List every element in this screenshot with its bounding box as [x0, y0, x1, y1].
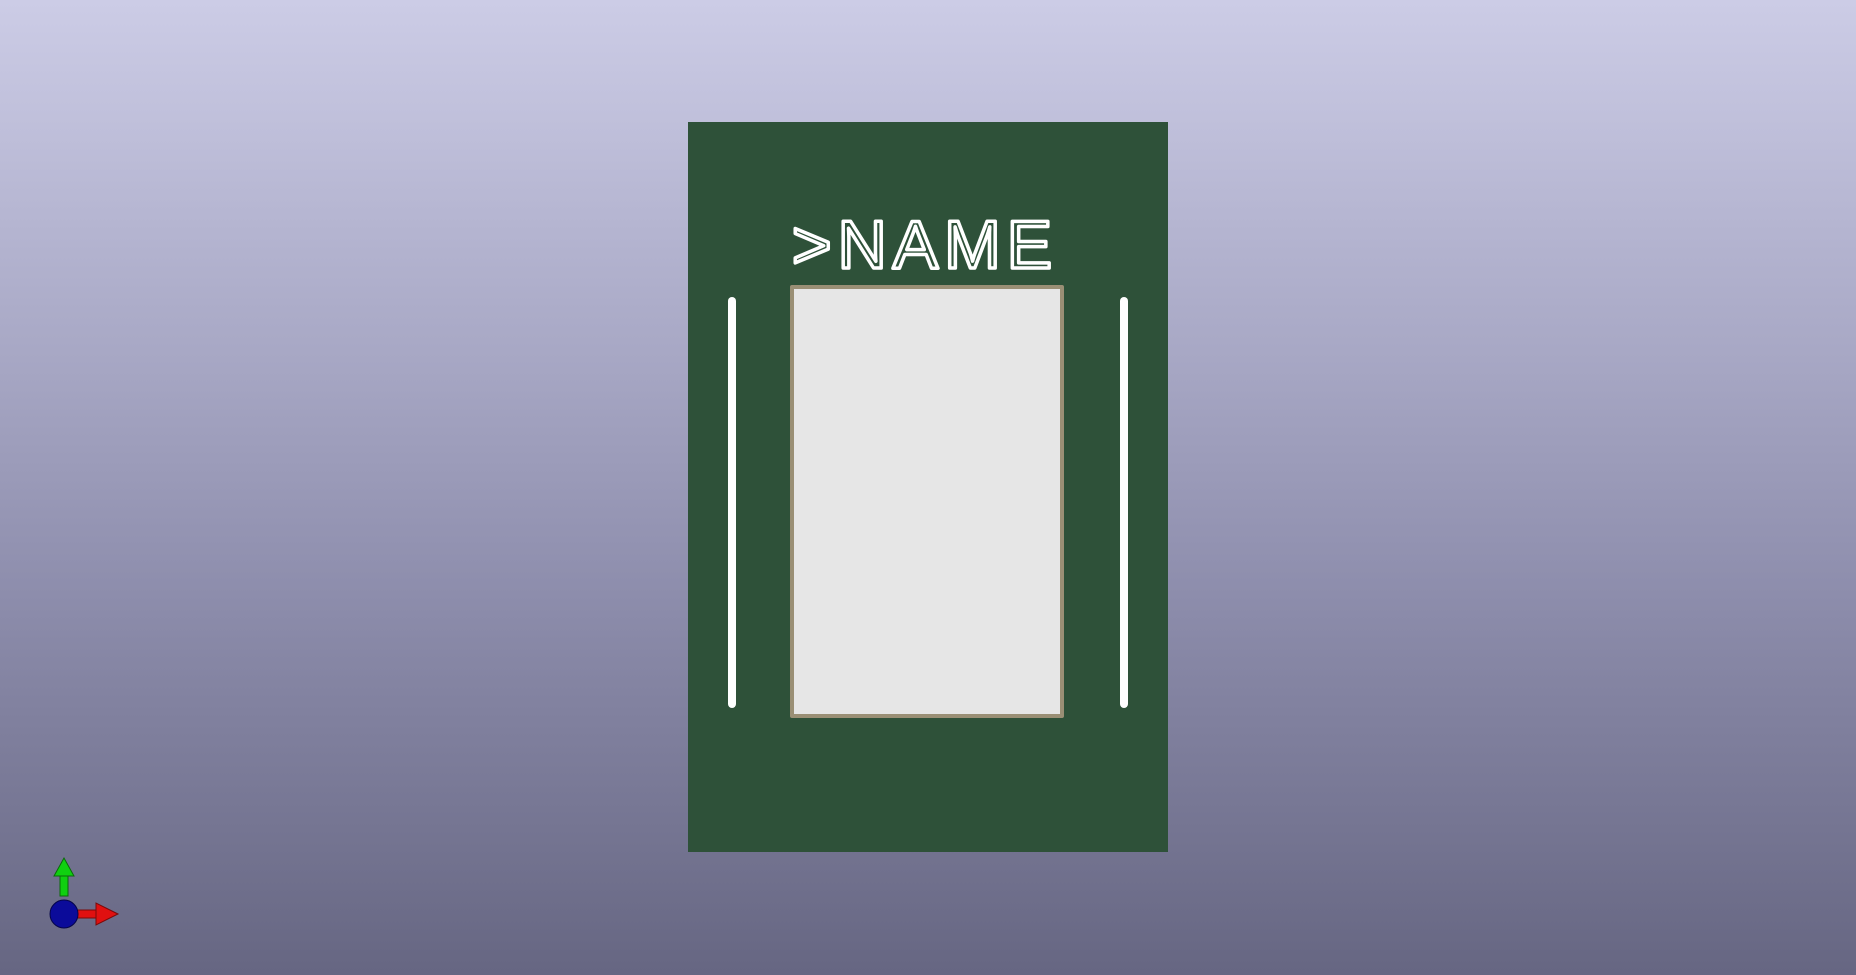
- smd-pad: [790, 285, 1064, 718]
- reference-text-svg: >NAME: [790, 205, 1058, 285]
- 3d-viewport[interactable]: >NAME: [0, 0, 1856, 975]
- silkscreen-line-right: [1120, 297, 1128, 708]
- x-axis-arrow-icon: [95, 902, 120, 926]
- y-axis-arrow-icon: [53, 856, 75, 877]
- silkscreen-line-left: [728, 297, 736, 708]
- z-axis-origin-icon: [49, 899, 79, 929]
- reference-designator-text: >NAME: [775, 198, 1075, 288]
- reference-text: >NAME: [792, 207, 1058, 283]
- axis-gizmo: [40, 852, 130, 932]
- axis-gizmo-svg: [49, 856, 120, 929]
